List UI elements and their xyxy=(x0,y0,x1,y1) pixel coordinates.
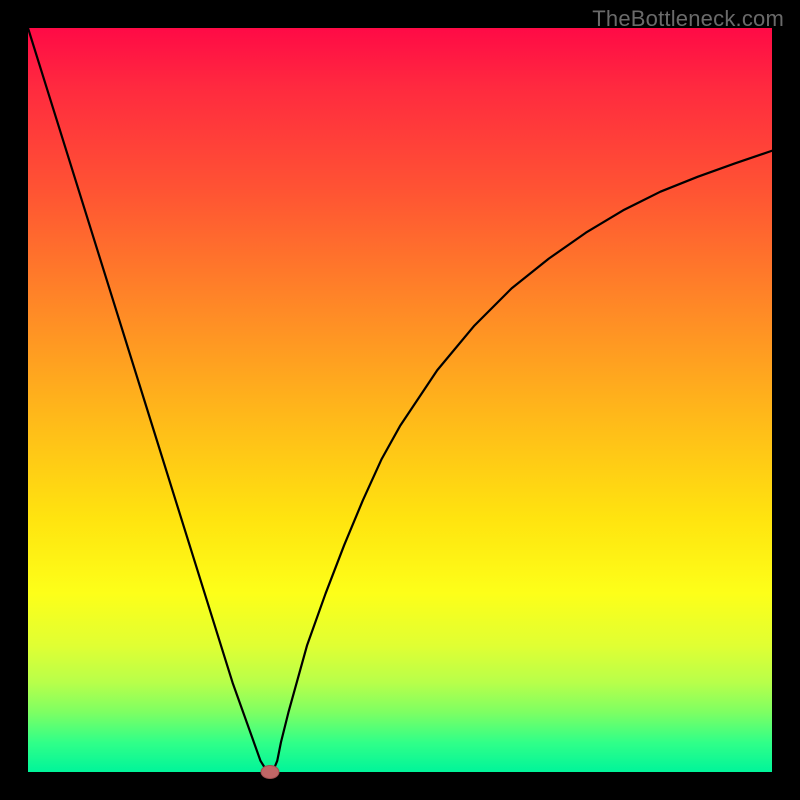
chart-frame: TheBottleneck.com xyxy=(0,0,800,800)
plot-area xyxy=(28,28,772,772)
